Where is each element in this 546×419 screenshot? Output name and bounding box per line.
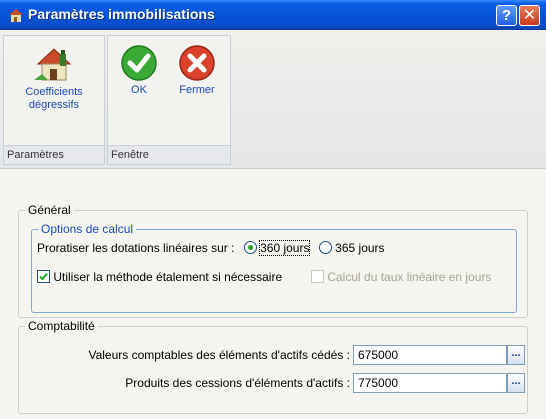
close-window-button[interactable]: ✕ — [519, 5, 540, 26]
produits-cessions-label: Produits des cessions d'éléments d'actif… — [125, 376, 350, 390]
calcul-taux-label: Calcul du taux linéaire en jours — [327, 270, 492, 284]
produits-cessions-browse-button[interactable]: ... — [507, 373, 525, 393]
ribbon-group-fenetre: OK Fermer Fenêtre — [107, 35, 231, 165]
fermer-label: Fermer — [179, 84, 215, 96]
coefficients-degressifs-label: Coefficients dégressifs — [25, 86, 83, 111]
etalement-row[interactable]: Utiliser la méthode étalement si nécessa… — [37, 270, 282, 284]
ok-button[interactable]: OK — [112, 36, 166, 148]
dialog-window: Paramètres immobilisations ? ✕ Coefficie… — [0, 0, 546, 419]
proratiser-label: Proratiser les dotations linéaires sur : — [37, 241, 235, 255]
radio-360-label[interactable]: 360 jours — [259, 240, 311, 256]
fenetre-group-label: Fenêtre — [108, 145, 230, 164]
general-groupbox: Général Options de calcul Proratiser les… — [18, 203, 528, 318]
house-icon — [9, 9, 23, 22]
comptabilite-groupbox: Comptabilité Valeurs comptables des élém… — [18, 319, 528, 414]
house-chart-icon — [34, 48, 72, 81]
main-panel: Général Options de calcul Proratiser les… — [0, 170, 546, 419]
radio-365-button[interactable] — [318, 241, 332, 254]
radio-365-label[interactable]: 365 jours — [335, 241, 384, 255]
ribbon-group-parametres: Coefficients dégressifs Paramètres — [3, 35, 105, 165]
checkmark-icon — [121, 45, 157, 81]
check-mark-icon — [39, 272, 48, 281]
radio-360-button[interactable] — [243, 241, 257, 254]
help-button[interactable]: ? — [496, 5, 517, 26]
calcul-taux-row: Calcul du taux linéaire en jours — [311, 270, 491, 284]
ok-label: OK — [131, 84, 147, 96]
options-calcul-legend: Options de calcul — [38, 222, 137, 236]
parametres-group-label: Paramètres — [4, 145, 104, 164]
etalement-label[interactable]: Utiliser la méthode étalement si nécessa… — [53, 270, 282, 284]
window-title: Paramètres immobilisations — [28, 6, 215, 22]
radio-365-option[interactable]: 365 jours — [318, 241, 385, 255]
etalement-checkbox[interactable] — [37, 270, 50, 283]
cross-icon — [179, 45, 215, 81]
valeurs-comptables-browse-button[interactable]: ... — [507, 345, 525, 365]
valeurs-comptables-label: Valeurs comptables des éléments d'actifs… — [88, 348, 350, 362]
radio-360-option[interactable]: 360 jours — [243, 240, 311, 256]
ribbon-toolbar: Coefficients dégressifs Paramètres OK Fe… — [0, 31, 546, 169]
produits-cessions-input[interactable]: 775000 — [353, 373, 507, 393]
comptabilite-legend: Comptabilité — [25, 319, 98, 333]
general-legend: Général — [25, 203, 74, 217]
options-calcul-groupbox: Options de calcul Proratiser les dotatio… — [31, 222, 517, 313]
proratiser-row: Proratiser les dotations linéaires sur :… — [37, 240, 385, 256]
title-bar[interactable]: Paramètres immobilisations ? ✕ — [0, 0, 546, 30]
calcul-taux-checkbox — [311, 270, 324, 283]
coefficients-degressifs-button[interactable]: Coefficients dégressifs — [4, 36, 104, 148]
valeurs-comptables-input[interactable]: 675000 — [353, 345, 507, 365]
fermer-button[interactable]: Fermer — [168, 36, 226, 148]
